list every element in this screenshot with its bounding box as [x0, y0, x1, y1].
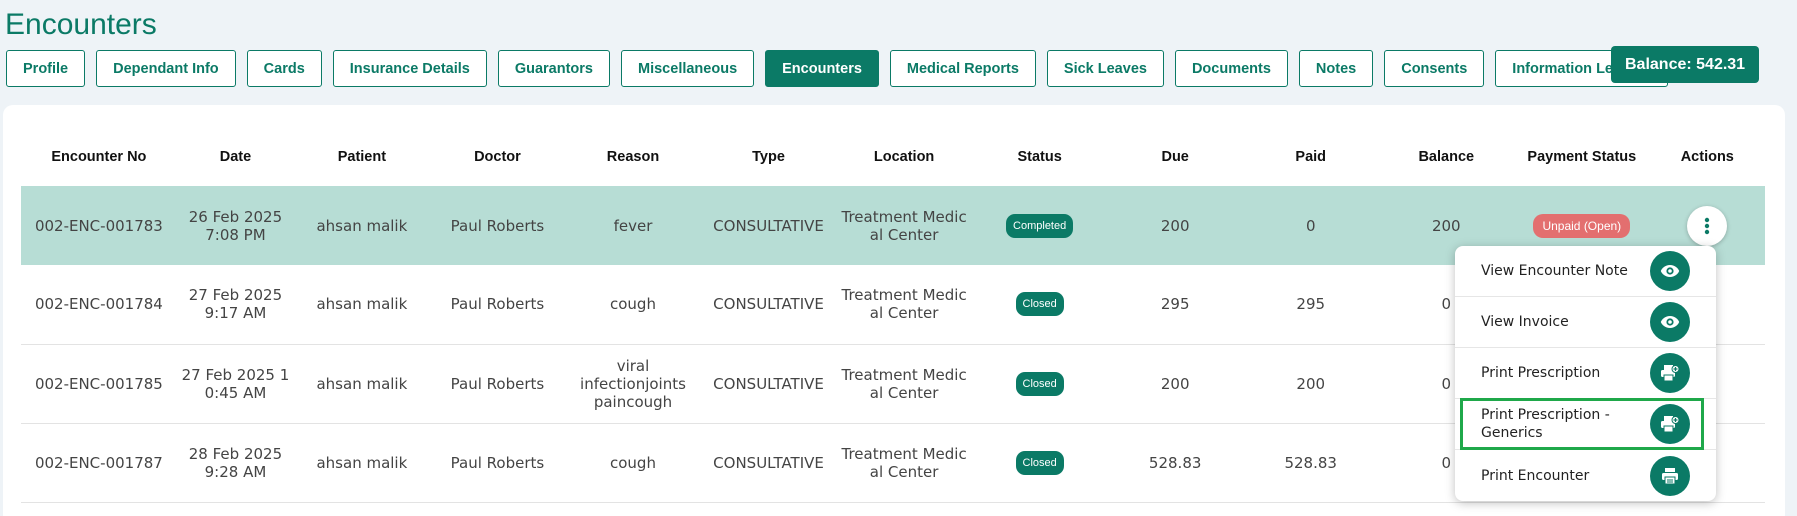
cell-doctor: Paul Roberts: [429, 186, 566, 265]
status-badge: Closed: [1015, 371, 1064, 396]
tab-insurance-details[interactable]: Insurance Details: [332, 50, 487, 87]
header-paid: Paid: [1295, 149, 1327, 165]
cell-reason: fever: [565, 186, 701, 265]
print-prescription-icon: [1661, 365, 1680, 382]
tab-documents[interactable]: Documents: [1174, 50, 1288, 87]
cell-due: 200: [1107, 186, 1243, 265]
view-encounter-note-button[interactable]: [1650, 251, 1690, 291]
cell-type: CONSULTATIVE: [700, 423, 837, 503]
cell-status: Completed: [971, 186, 1108, 265]
cell-due: 200: [1107, 344, 1243, 424]
cell-status: Closed: [971, 265, 1108, 345]
cell-type: CONSULTATIVE: [700, 344, 837, 424]
profile-tabs: Profile Dependant Info Cards Insurance D…: [6, 50, 1668, 87]
cell-doctor: Paul Roberts: [429, 423, 566, 503]
cell-paid: 200: [1242, 344, 1379, 424]
menu-item-view-encounter-note[interactable]: View Encounter Note: [1455, 246, 1716, 297]
cell-doctor: Paul Roberts: [429, 265, 566, 345]
menu-item-print-encounter[interactable]: Print Encounter: [1455, 450, 1716, 501]
cell-patient: ahsan malik: [294, 265, 430, 345]
cell-paid: 528.83: [1242, 423, 1379, 503]
cell-reason: cough: [565, 265, 701, 345]
cell-date: 27 Feb 2025 9:17 AM: [176, 265, 295, 345]
cell-encounter-no: 002-ENC-001784: [21, 265, 177, 345]
cell-patient: ahsan malik: [294, 186, 430, 265]
more-vertical-icon: [1705, 217, 1710, 234]
eye-icon: [1660, 265, 1680, 277]
cell-paid: 295: [1242, 265, 1379, 345]
cell-reason: viral infectionjoints paincough: [565, 344, 701, 424]
header-actions: Actions: [1680, 149, 1734, 165]
header-status: Status: [1017, 149, 1062, 165]
menu-item-label: Print Prescription: [1481, 365, 1601, 381]
print-encounter-button[interactable]: [1650, 455, 1690, 496]
status-badge: Completed: [1006, 213, 1074, 238]
cell-location: Treatment Medical Center: [836, 344, 972, 424]
tab-dependant-info[interactable]: Dependant Info: [96, 50, 236, 87]
cell-status: Closed: [971, 344, 1108, 424]
header-patient: Patient: [337, 149, 387, 165]
menu-item-view-invoice[interactable]: View Invoice: [1455, 297, 1716, 348]
header-encounter-no: Encounter No: [51, 149, 147, 165]
menu-item-label: Print Encounter: [1481, 467, 1590, 484]
tab-cards[interactable]: Cards: [246, 50, 322, 87]
highlight-box: [1460, 398, 1704, 450]
cell-encounter-no: 002-ENC-001783: [21, 186, 177, 265]
balance-badge: Balance: 542.31: [1611, 46, 1760, 83]
header-payment-status: Payment Status: [1527, 149, 1637, 165]
menu-item-label: View Encounter Note: [1481, 263, 1628, 279]
tab-consents[interactable]: Consents: [1384, 50, 1485, 87]
tab-encounters[interactable]: Encounters: [765, 50, 879, 87]
header-reason: Reason: [606, 149, 660, 165]
header-balance: Balance: [1418, 149, 1475, 165]
cell-date: 28 Feb 2025 9:28 AM: [176, 423, 295, 503]
cell-type: CONSULTATIVE: [700, 265, 837, 345]
header-due: Due: [1161, 149, 1189, 165]
cell-date: 26 Feb 2025 7:08 PM: [176, 186, 295, 265]
tab-profile[interactable]: Profile: [6, 50, 86, 87]
cell-encounter-no: 002-ENC-001785: [21, 344, 177, 424]
cell-patient: ahsan malik: [294, 423, 430, 503]
payment-status-badge: Unpaid (Open): [1533, 213, 1631, 238]
table-header-row: Encounter No Date Patient Doctor Reason …: [21, 128, 1765, 186]
cell-encounter-no: 002-ENC-001787: [21, 423, 177, 503]
menu-item-print-prescription[interactable]: Print Prescription: [1455, 348, 1716, 399]
cell-location: Treatment Medical Center: [836, 265, 972, 345]
print-prescription-button[interactable]: [1650, 353, 1690, 393]
eye-icon: [1660, 316, 1680, 328]
header-date: Date: [219, 149, 252, 165]
actions-menu-button[interactable]: [1687, 205, 1728, 246]
cell-patient: ahsan malik: [294, 344, 430, 424]
actions-dropdown-menu: View Encounter Note View Invoice Print P…: [1455, 246, 1716, 501]
tab-miscellaneous[interactable]: Miscellaneous: [621, 50, 755, 87]
tab-guarantors[interactable]: Guarantors: [497, 50, 611, 87]
cell-doctor: Paul Roberts: [429, 344, 566, 424]
cell-status: Closed: [971, 423, 1108, 503]
view-invoice-button[interactable]: [1650, 302, 1690, 342]
tab-medical-reports[interactable]: Medical Reports: [889, 50, 1036, 87]
header-type: Type: [752, 149, 785, 165]
status-badge: Closed: [1015, 292, 1064, 317]
header-location: Location: [873, 149, 935, 165]
cell-type: CONSULTATIVE: [700, 186, 837, 265]
cell-paid: 0: [1242, 186, 1379, 265]
header-doctor: Doctor: [474, 149, 521, 165]
page-title: Encounters: [5, 8, 157, 41]
cell-reason: cough: [565, 423, 701, 503]
menu-item-label: View Invoice: [1481, 314, 1569, 330]
tab-sick-leaves[interactable]: Sick Leaves: [1046, 50, 1164, 87]
printer-icon: [1662, 467, 1678, 484]
status-badge: Closed: [1015, 450, 1064, 475]
tab-notes[interactable]: Notes: [1298, 50, 1374, 87]
cell-location: Treatment Medical Center: [836, 423, 972, 503]
cell-location: Treatment Medical Center: [836, 186, 972, 265]
cell-due: 295: [1107, 265, 1243, 345]
cell-due: 528.83: [1107, 423, 1243, 503]
cell-date: 27 Feb 2025 10:45 AM: [176, 344, 295, 424]
